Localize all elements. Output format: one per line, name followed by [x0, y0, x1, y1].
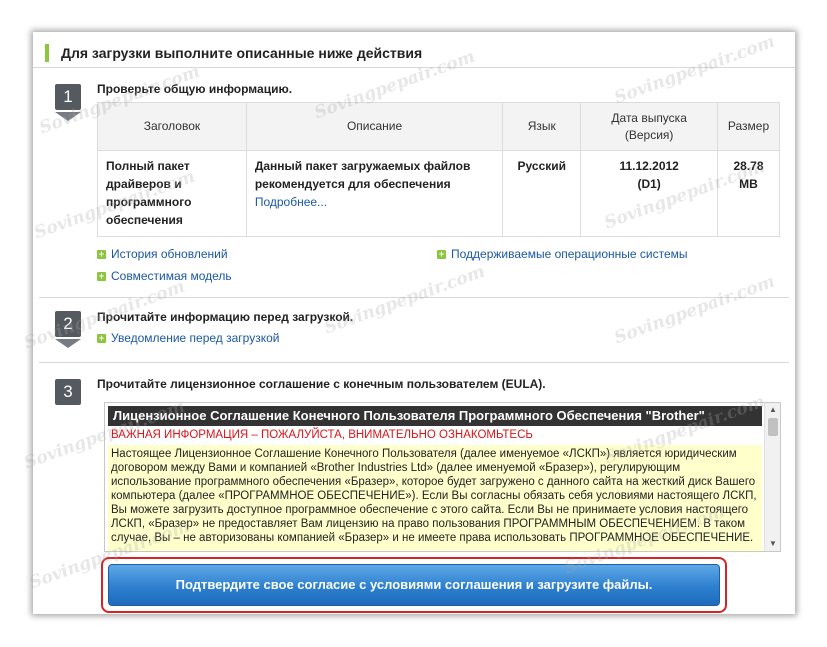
notice-link-label: Уведомление перед загрузкой [111, 331, 280, 345]
plus-icon: + [97, 271, 106, 281]
step-2-badge: 2 [55, 311, 81, 337]
plus-icon: + [437, 249, 446, 259]
section-divider [39, 297, 789, 298]
eula-body: Настоящее Лицензионное Соглашение Конечн… [108, 445, 762, 551]
cell-title: Полный пакет драйверов и программного об… [97, 150, 247, 237]
plus-icon: + [97, 249, 106, 259]
panel-header: Для загрузки выполните описанные ниже де… [33, 38, 795, 68]
step-1-badge: 1 [55, 84, 81, 110]
plus-icon: + [97, 333, 106, 343]
step-2-title: Прочитайте информацию перед загрузкой. [97, 310, 354, 324]
agree-button-highlight: Подтвердите свое согласие с условиями со… [101, 557, 727, 613]
package-info-table: Заголовок Описание Язык Дата выпуска (Ве… [97, 102, 780, 237]
download-panel: Для загрузки выполните описанные ниже де… [33, 32, 795, 614]
col-header-title: Заголовок [97, 102, 247, 151]
step-2-arrow-icon [55, 339, 81, 348]
description-text: Данный пакет загружаемых файлов рекоменд… [254, 159, 471, 191]
step-1-arrow-icon [55, 112, 81, 121]
eula-warning: ВАЖНАЯ ИНФОРМАЦИЯ – ПОЖАЛУЙСТА, ВНИМАТЕЛ… [111, 429, 533, 441]
eula-scrollbar[interactable]: ▲ ▼ [764, 403, 780, 551]
table-row: Полный пакет драйверов и программного об… [97, 150, 780, 237]
cell-date: 11.12.2012 (D1) [580, 150, 719, 237]
eula-heading: Лицензионное Соглашение Конечного Пользо… [108, 406, 762, 426]
scroll-thumb[interactable] [768, 418, 778, 436]
eula-content: Лицензионное Соглашение Конечного Пользо… [108, 406, 762, 551]
cell-size: 28.78 MB [717, 150, 780, 237]
header-accent-bar [45, 44, 49, 62]
col-header-date: Дата выпуска (Версия) [580, 102, 719, 151]
agree-download-button[interactable]: Подтвердите свое согласие с условиями со… [108, 564, 720, 606]
compatible-model-label: Совместимая модель [111, 269, 232, 283]
history-link-label: История обновлений [111, 247, 228, 261]
history-link[interactable]: + История обновлений [97, 247, 228, 261]
cell-language: Русский [502, 150, 582, 237]
step-1-title: Проверьте общую информацию. [97, 82, 293, 96]
supported-os-link[interactable]: + Поддерживаемые операционные системы [437, 247, 688, 261]
section-divider [39, 362, 789, 363]
col-header-size: Размер [717, 102, 780, 151]
release-date: 11.12.2012 [619, 159, 679, 173]
notice-link[interactable]: + Уведомление перед загрузкой [97, 331, 280, 345]
cell-description: Данный пакет загружаемых файлов рекоменд… [245, 150, 504, 237]
panel-title: Для загрузки выполните описанные ниже де… [61, 45, 423, 61]
more-link[interactable]: Подробнее... [255, 195, 327, 209]
compatible-model-link[interactable]: + Совместимая модель [97, 269, 232, 283]
release-version: (D1) [637, 177, 661, 191]
col-header-language: Язык [502, 102, 582, 151]
col-header-description: Описание [245, 102, 504, 151]
scroll-up-icon[interactable]: ▲ [765, 403, 780, 417]
scroll-down-icon[interactable]: ▼ [765, 537, 780, 551]
eula-textbox[interactable]: Лицензионное Соглашение Конечного Пользо… [104, 402, 781, 552]
step-3-badge: 3 [55, 379, 81, 405]
step-3-title: Прочитайте лицензионное соглашение с кон… [97, 377, 546, 391]
supported-os-label: Поддерживаемые операционные системы [451, 247, 688, 261]
